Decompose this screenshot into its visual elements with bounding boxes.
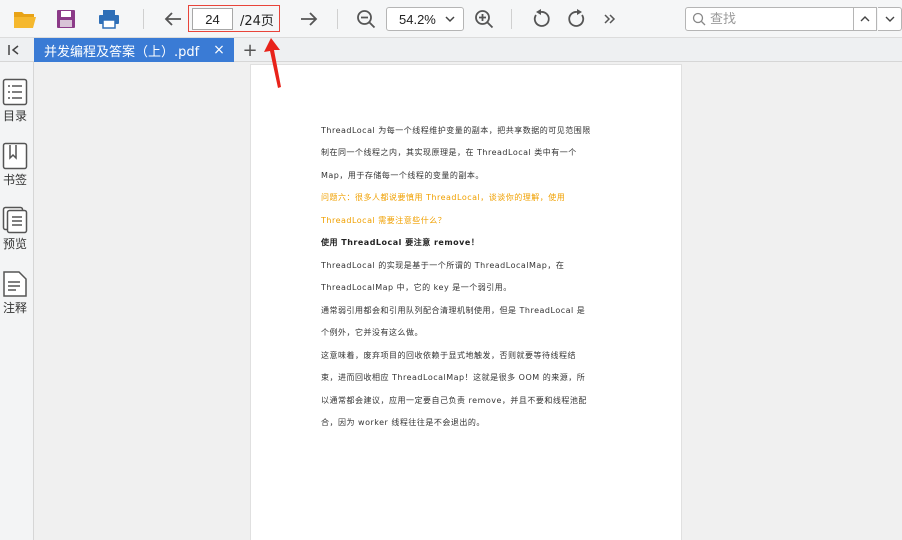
arrow-right-icon [301,12,318,26]
document-tab-label: 并发编程及答案（上）.pdf [44,44,200,60]
double-chevron-right-icon [604,14,616,24]
toc-icon [2,78,28,106]
folder-icon [14,12,36,28]
annotation-icon [3,271,27,297]
sidebar-item-annotations[interactable]: 注释 [0,270,30,328]
rotate-left-icon [533,9,550,27]
document-viewer[interactable]: ThreadLocal 为每一个线程维护变量的副本，把共享数据的可见范围限 制在… [35,62,902,540]
collapse-sidebar-button[interactable] [4,40,24,60]
zoom-in-icon [475,10,494,29]
rotate-right-icon [568,9,585,27]
save-icon [57,10,75,28]
red-arrow-annotation [264,38,281,88]
printer-icon [99,10,119,29]
sidebar-item-toc[interactable]: 目录 [0,78,30,136]
page-text-line: ThreadLocal 的实现是基于一个所谓的 ThreadLocalMap，在 [321,261,565,270]
tab-bar: 并发编程及答案（上）.pdf × + [0,38,902,62]
chevron-down-icon [445,16,455,23]
tab-close-button[interactable]: × [212,41,226,59]
sidebar-item-label: 书签 [2,173,27,187]
search-icon [692,12,706,26]
rotate-right-button[interactable] [562,4,592,34]
more-tools-button[interactable] [595,4,625,34]
page-text-line: ThreadLocalMap 中，它的 key 是一个弱引用。 [321,283,512,292]
zoom-out-icon [357,10,376,29]
document-tab[interactable]: 并发编程及答案（上）.pdf × [34,38,234,62]
toolbar-divider [511,9,512,29]
page-text-line: ThreadLocal 为每一个线程维护变量的副本，把共享数据的可见范围限 [321,126,591,135]
bookmark-icon [2,142,28,170]
sidebar-item-preview[interactable]: 预览 [0,206,30,264]
collapse-panel-icon [8,45,19,55]
toolbar: /24页 54.2% [0,0,902,38]
search-box [685,7,854,31]
page-text-line: Map，用于存储每一个线程的变量的副本。 [321,171,484,180]
thumbnails-icon [2,206,28,234]
toolbar-divider [337,9,338,29]
save-button[interactable] [51,4,81,34]
open-folder-button[interactable] [10,4,40,34]
page-text-line: 制在同一个线程之内，其实现原理是，在 ThreadLocal 类中有一个 [321,148,577,157]
sidebar-item-label: 目录 [2,109,27,123]
rotate-left-button[interactable] [526,4,556,34]
previous-page-button[interactable] [158,4,188,34]
pdf-page: ThreadLocal 为每一个线程维护变量的副本，把共享数据的可见范围限 制在… [250,64,682,540]
current-page-input[interactable] [192,8,233,30]
zoom-out-button[interactable] [351,4,381,34]
page-text-line: 合，因为 worker 线程往往是不会退出的。 [321,418,485,427]
page-total-label: /24页 [240,14,274,29]
print-button[interactable] [94,4,124,34]
zoom-level-value: 54.2% [399,11,436,27]
sidebar-item-label: 预览 [2,237,27,251]
chevron-down-icon [885,16,894,22]
sidebar-item-label: 注释 [2,301,27,315]
search-input[interactable] [710,11,840,27]
page-text-line: 束，进而回收相应 ThreadLocalMap！这就是很多 OOM 的来源，所 [321,373,586,382]
arrow-left-icon [164,12,181,26]
page-text-line: 通常弱引用都会和引用队列配合清理机制使用，但是 ThreadLocal 是 [321,306,586,315]
search-next-button[interactable] [878,7,902,31]
page-text-line: 个例外，它并没有这么做。 [321,328,423,337]
page-text-line: 以通常都会建议，应用一定要自己负责 remove，并且不要和线程池配 [321,396,587,405]
left-sidebar: 目录 书签 预览 注释 [0,62,34,540]
page-text-line: 这意味着，废弃项目的回收依赖于显式地触发，否则就要等待线程结 [321,351,576,360]
new-tab-button[interactable]: + [240,39,260,61]
section-heading: 使用 ThreadLocal 要注意 remove！ [321,238,480,247]
search-previous-button[interactable] [853,7,877,31]
chevron-up-icon [860,16,870,22]
question-heading-line: ThreadLocal 需要注意些什么？ [321,216,447,225]
next-page-button[interactable] [294,4,324,34]
zoom-in-button[interactable] [469,4,499,34]
toolbar-divider [143,9,144,29]
zoom-level-select[interactable]: 54.2% [386,7,464,31]
sidebar-item-bookmarks[interactable]: 书签 [0,142,30,200]
question-heading-line: 问题六：很多人都说要慎用 ThreadLocal，谈谈你的理解，使用 [321,193,566,202]
